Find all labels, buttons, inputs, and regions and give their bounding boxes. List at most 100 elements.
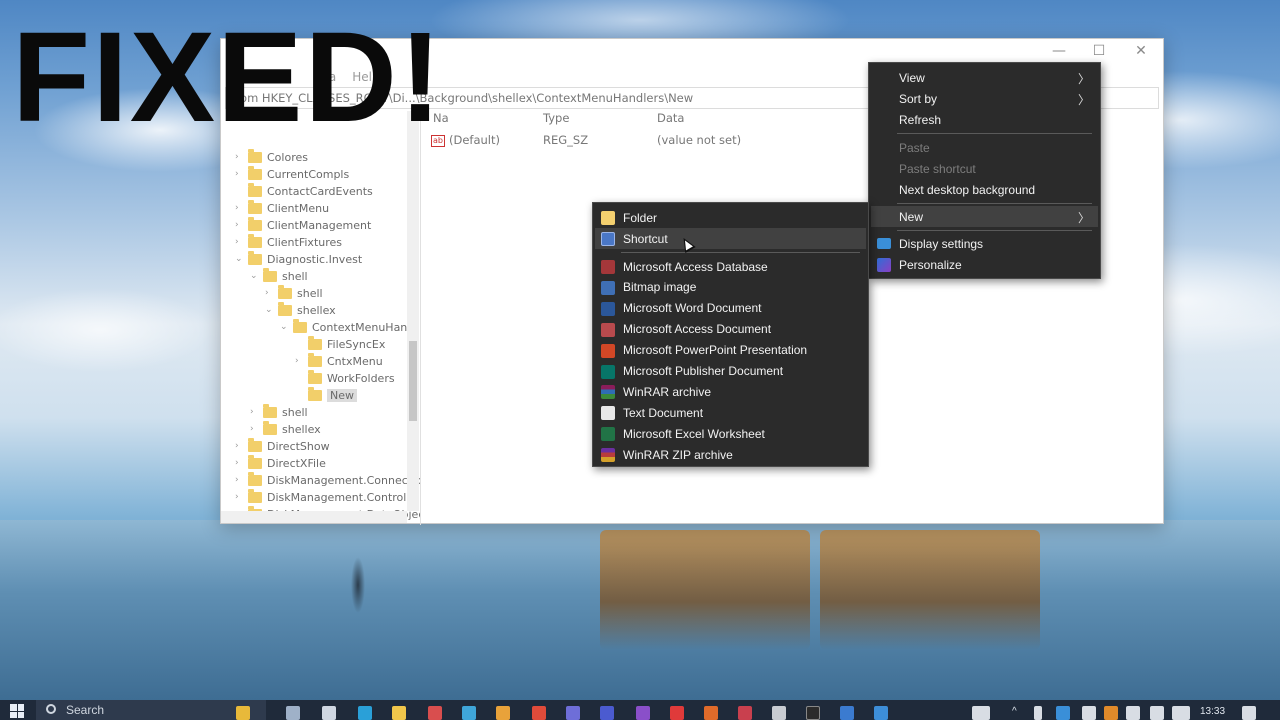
app-icon[interactable]	[496, 706, 510, 720]
column-type[interactable]: Type	[543, 111, 569, 125]
submenu-item[interactable]: Microsoft Access Database	[595, 256, 866, 277]
usb-icon[interactable]	[1034, 706, 1042, 720]
submenu-item[interactable]: Microsoft Word Document	[595, 298, 866, 319]
tree-item[interactable]: › Colores	[235, 148, 308, 165]
tree-item[interactable]: › CntxMenu	[295, 352, 383, 369]
tree-item[interactable]: New	[295, 386, 357, 403]
menu-item-personalize[interactable]: Personalize	[871, 254, 1098, 275]
app-icon[interactable]	[462, 706, 476, 720]
app-icon[interactable]	[670, 706, 684, 720]
registry-editor-taskbar-icon[interactable]	[874, 706, 888, 720]
tree-item[interactable]: › DirectXFile	[235, 454, 326, 471]
app-icon[interactable]	[840, 706, 854, 720]
app-icon[interactable]	[566, 706, 580, 720]
app-icon[interactable]	[704, 706, 718, 720]
app-icon[interactable]	[806, 706, 820, 720]
tree-item[interactable]: › shellex	[250, 420, 321, 437]
menu-item-view[interactable]: View 〉	[871, 67, 1098, 88]
tree-expander-icon[interactable]: ›	[250, 424, 258, 434]
app-tray-icon[interactable]	[1104, 706, 1118, 720]
edge-icon[interactable]	[358, 706, 372, 720]
tree-expander-icon[interactable]: ›	[235, 475, 243, 485]
tree-expander-icon[interactable]: ›	[235, 169, 243, 179]
tree-expander-icon[interactable]: ›	[235, 441, 243, 451]
clock[interactable]: 13:33	[1200, 706, 1225, 718]
submenu-item[interactable]: WinRAR archive	[595, 381, 866, 402]
tree-item[interactable]: › ClientManagement	[235, 216, 371, 233]
tree-expander-icon[interactable]: ›	[250, 407, 258, 417]
app-icon[interactable]	[738, 706, 752, 720]
menu-item-refresh[interactable]: Refresh	[871, 109, 1098, 130]
app-icon[interactable]	[772, 706, 786, 720]
maximize-button[interactable]: ☐	[1079, 43, 1119, 63]
language-icon[interactable]	[1172, 706, 1190, 720]
tree-expander-icon[interactable]: ›	[235, 203, 243, 213]
globe-icon[interactable]	[1126, 706, 1140, 720]
submenu-item[interactable]: Microsoft Publisher Document	[595, 361, 866, 382]
tree-expander-icon[interactable]: ›	[235, 152, 243, 162]
task-view-icon[interactable]	[286, 706, 300, 720]
tree-expander-icon[interactable]: ›	[235, 220, 243, 230]
tree-expander-icon[interactable]: ⌄	[235, 254, 243, 264]
tree-item[interactable]: › ClientFixtures	[235, 233, 342, 250]
tree-item[interactable]: ⌄ shellex	[265, 301, 336, 318]
app-icon[interactable]	[428, 706, 442, 720]
folder-icon	[263, 267, 277, 282]
submenu-item-shortcut[interactable]: Shortcut	[595, 228, 866, 249]
tree-item[interactable]: › shell	[250, 403, 308, 420]
close-button[interactable]: ✕	[1121, 43, 1161, 63]
menu-item-next-background[interactable]: Next desktop background	[871, 179, 1098, 200]
volume-icon[interactable]	[1150, 706, 1164, 720]
tree-item[interactable]: › shell	[265, 284, 323, 301]
submenu-item[interactable]: Text Document	[595, 402, 866, 423]
chevron-up-icon[interactable]: ^	[1012, 706, 1017, 718]
tree-expander-icon[interactable]: ›	[235, 458, 243, 468]
taskbar-search[interactable]: Search	[36, 700, 266, 720]
menu-item-display-settings[interactable]: Display settings	[871, 233, 1098, 254]
submenu-item[interactable]: Bitmap image	[595, 277, 866, 298]
tree-expander-icon[interactable]: ⌄	[250, 271, 258, 281]
network-icon[interactable]	[1082, 706, 1096, 720]
tree-expander-icon[interactable]: ›	[295, 356, 303, 366]
tree-expander-icon[interactable]: ›	[235, 237, 243, 247]
tree-expander-icon[interactable]: ›	[265, 288, 273, 298]
tree-item[interactable]: ⌄ ContextMenuHand	[280, 318, 414, 335]
tree-item[interactable]: › DirectShow	[235, 437, 330, 454]
tree-vertical-scrollbar[interactable]	[407, 111, 419, 511]
tree-item[interactable]: › CurrentCompls	[235, 165, 349, 182]
notifications-icon[interactable]	[1242, 706, 1256, 720]
weather-icon[interactable]	[236, 706, 250, 720]
menu-item-paste-shortcut[interactable]: Paste shortcut	[871, 158, 1098, 179]
word-icon	[601, 301, 615, 316]
store-icon[interactable]	[322, 706, 336, 720]
submenu-item[interactable]: Microsoft Excel Worksheet	[595, 423, 866, 444]
minimize-button[interactable]: —	[1039, 43, 1079, 63]
submenu-item[interactable]: WinRAR ZIP archive	[595, 444, 866, 465]
tree-expander-icon[interactable]: ›	[235, 492, 243, 502]
submenu-item[interactable]: Microsoft PowerPoint Presentation	[595, 340, 866, 361]
tree-item[interactable]: › DiskManagement.Connection	[235, 471, 420, 488]
tree-horizontal-scrollbar[interactable]	[221, 511, 407, 523]
chrome-icon[interactable]	[532, 706, 546, 720]
tree-item[interactable]: FileSyncEx	[295, 335, 385, 352]
app-tray-icon[interactable]	[1056, 706, 1070, 720]
tree-expander-icon[interactable]: ⌄	[280, 322, 288, 332]
submenu-item[interactable]: Microsoft Access Document	[595, 319, 866, 340]
menu-item-new[interactable]: New 〉	[871, 206, 1098, 227]
tree-item[interactable]: › DiskManagement.Control	[235, 488, 406, 505]
keyboard-icon[interactable]	[972, 706, 990, 720]
app-icon[interactable]	[600, 706, 614, 720]
tree-item[interactable]: ContactCardEvents	[235, 182, 373, 199]
file-explorer-icon[interactable]	[392, 706, 406, 720]
tree-item[interactable]: › ClientMenu	[235, 199, 329, 216]
app-icon[interactable]	[636, 706, 650, 720]
tree-item[interactable]: ⌄ Diagnostic.Invest	[235, 250, 362, 267]
tree-item[interactable]: ⌄ shell	[250, 267, 308, 284]
column-data[interactable]: Data	[657, 111, 684, 125]
menu-item-paste[interactable]: Paste	[871, 137, 1098, 158]
tree-item[interactable]: WorkFolders	[295, 369, 395, 386]
tree-expander-icon[interactable]: ⌄	[265, 305, 273, 315]
windows-start-icon[interactable]	[10, 704, 24, 718]
menu-item-sort-by[interactable]: Sort by 〉	[871, 88, 1098, 109]
submenu-item-folder[interactable]: Folder	[595, 207, 866, 228]
